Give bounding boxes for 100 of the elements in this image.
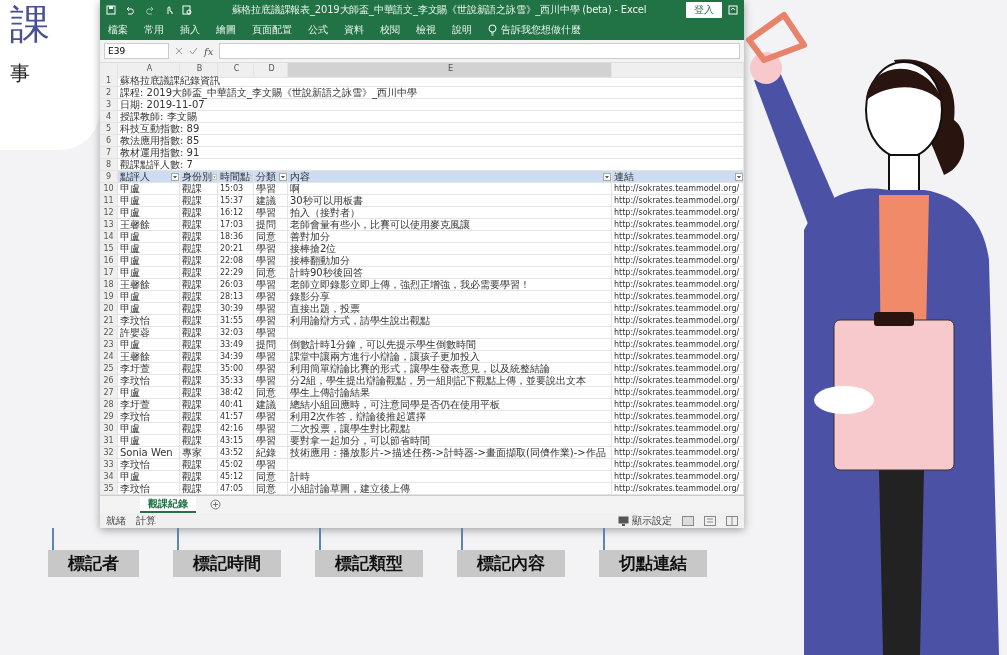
table-cell: http://sokrates.teammodel.org/ xyxy=(612,339,744,351)
filter-dropdown-icon[interactable] xyxy=(212,172,217,181)
undo-icon[interactable] xyxy=(124,5,136,15)
ribbon-tab[interactable]: 頁面配置 xyxy=(252,23,292,37)
row-number: 5 xyxy=(100,123,118,135)
sheet-tab[interactable]: 觀課紀錄 xyxy=(140,496,196,513)
ribbon-tab[interactable]: 校閱 xyxy=(380,23,400,37)
sign-in-button[interactable]: 登入 xyxy=(686,2,722,18)
heading-text: 連結 xyxy=(614,170,634,183)
table-cell: 李玟怡 xyxy=(118,411,180,423)
lightbulb-icon[interactable] xyxy=(488,24,497,36)
table-cell: http://sokrates.teammodel.org/ xyxy=(612,435,744,447)
column-header[interactable]: E xyxy=(288,63,612,78)
ribbon-tab[interactable]: 插入 xyxy=(180,23,200,37)
save-icon[interactable] xyxy=(106,5,116,15)
table-cell: 拍入（接對者） xyxy=(288,207,612,219)
filter-dropdown-icon[interactable] xyxy=(279,172,287,181)
name-box[interactable]: E39 xyxy=(104,43,169,59)
table-cell: 觀課 xyxy=(180,243,218,255)
table-cell: 30:39 xyxy=(218,303,254,315)
table-cell: 計時 xyxy=(288,471,612,483)
table-cell: 觀課 xyxy=(180,219,218,231)
ribbon-tab[interactable]: 檔案 xyxy=(108,23,128,37)
table-cell: 觀課 xyxy=(180,399,218,411)
table-cell: 教法應用指數: 85 xyxy=(118,135,744,147)
table-cell: 甲盧 xyxy=(118,435,180,447)
ribbon-tab[interactable]: 公式 xyxy=(308,23,328,37)
table-cell: 提問 xyxy=(254,219,288,231)
page-layout-icon[interactable] xyxy=(704,515,716,526)
column-header[interactable]: C xyxy=(218,63,254,78)
table-cell: 22:29 xyxy=(218,267,254,279)
enter-icon[interactable] xyxy=(189,47,198,55)
leader-line xyxy=(319,528,321,550)
tell-me-search[interactable]: 告訴我您想做什麼 xyxy=(501,23,581,37)
ribbon-tab[interactable]: 常用 xyxy=(144,23,164,37)
display-icon[interactable] xyxy=(618,515,629,526)
row-number: 11 xyxy=(100,195,118,207)
table-cell: 甲盧 xyxy=(118,423,180,435)
filter-dropdown-icon[interactable] xyxy=(171,172,179,181)
table-cell: 建議 xyxy=(254,195,288,207)
status-text: 就緒 xyxy=(106,513,126,528)
table-cell: 學習 xyxy=(254,315,288,327)
row-number: 32 xyxy=(100,447,118,459)
table-cell: 41:57 xyxy=(218,411,254,423)
table-cell: 總結小組回應時，可注意同學是否仍在使用平板 xyxy=(288,399,612,411)
row-number: 7 xyxy=(100,147,118,159)
table-cell: 45:02 xyxy=(218,459,254,471)
print-preview-icon[interactable] xyxy=(182,5,192,15)
table-cell: 17:03 xyxy=(218,219,254,231)
table-cell: 學習 xyxy=(254,291,288,303)
table-cell: 學習 xyxy=(254,243,288,255)
row-number: 21 xyxy=(100,315,118,327)
table-cell: 學習 xyxy=(254,435,288,447)
redo-icon[interactable] xyxy=(144,5,156,15)
ribbon-tab[interactable]: 說明 xyxy=(452,23,472,37)
table-cell: 觀課 xyxy=(180,351,218,363)
row-number: 33 xyxy=(100,459,118,471)
table-cell: 觀課 xyxy=(180,291,218,303)
filter-dropdown-icon[interactable] xyxy=(735,172,743,181)
table-cell: 利用論辯方式，請學生說出觀點 xyxy=(288,315,612,327)
table-cell: 15:37 xyxy=(218,195,254,207)
table-cell: 甲盧 xyxy=(118,195,180,207)
add-sheet-icon[interactable] xyxy=(210,499,221,510)
leader-line xyxy=(177,528,179,550)
table-cell: 觀課 xyxy=(180,471,218,483)
table-cell: 觀課 xyxy=(180,303,218,315)
ribbon-tab[interactable]: 繪圖 xyxy=(216,23,236,37)
table-cell: 學習 xyxy=(254,459,288,471)
table-cell: 甲盧 xyxy=(118,183,180,195)
cancel-icon[interactable] xyxy=(175,47,183,55)
row-number: 30 xyxy=(100,423,118,435)
normal-view-icon[interactable] xyxy=(682,515,694,526)
table-cell: 觀課 xyxy=(180,411,218,423)
table-cell: 分2組，學生提出辯論觀點，另一組則記下觀點上傳，並要說出文本 xyxy=(288,375,612,387)
insert-function-button[interactable]: fx xyxy=(204,45,214,57)
table-cell: 觀課 xyxy=(180,363,218,375)
row-number: 26 xyxy=(100,375,118,387)
table-cell: http://sokrates.teammodel.org/ xyxy=(612,207,744,219)
table-cell: http://sokrates.teammodel.org/ xyxy=(612,303,744,315)
column-header[interactable]: D xyxy=(254,63,288,78)
table-cell: 接棒搶2位 xyxy=(288,243,612,255)
table-cell: 教材運用指數: 91 xyxy=(118,147,744,159)
page-break-icon[interactable] xyxy=(726,515,738,526)
table-cell: 觀課 xyxy=(180,339,218,351)
filter-dropdown-icon[interactable] xyxy=(603,172,611,181)
table-cell: 李玟怡 xyxy=(118,375,180,387)
table-cell: 授課教師: 李文賜 xyxy=(118,111,744,123)
table-cell: 建議 xyxy=(254,399,288,411)
ribbon-tab[interactable]: 檢視 xyxy=(416,23,436,37)
row-number: 14 xyxy=(100,231,118,243)
ribbon-display-icon[interactable] xyxy=(728,5,738,15)
display-settings-button[interactable]: 顯示設定 xyxy=(632,513,672,528)
table-cell: http://sokrates.teammodel.org/ xyxy=(612,267,744,279)
table-cell: http://sokrates.teammodel.org/ xyxy=(612,315,744,327)
table-cell: 觀課 xyxy=(180,207,218,219)
callout-label: 切點連結 xyxy=(599,550,707,577)
ribbon-tab[interactable]: 資料 xyxy=(344,23,364,37)
table-cell: 甲盧 xyxy=(118,243,180,255)
table-cell: 38:42 xyxy=(218,387,254,399)
formula-field[interactable] xyxy=(219,43,740,59)
